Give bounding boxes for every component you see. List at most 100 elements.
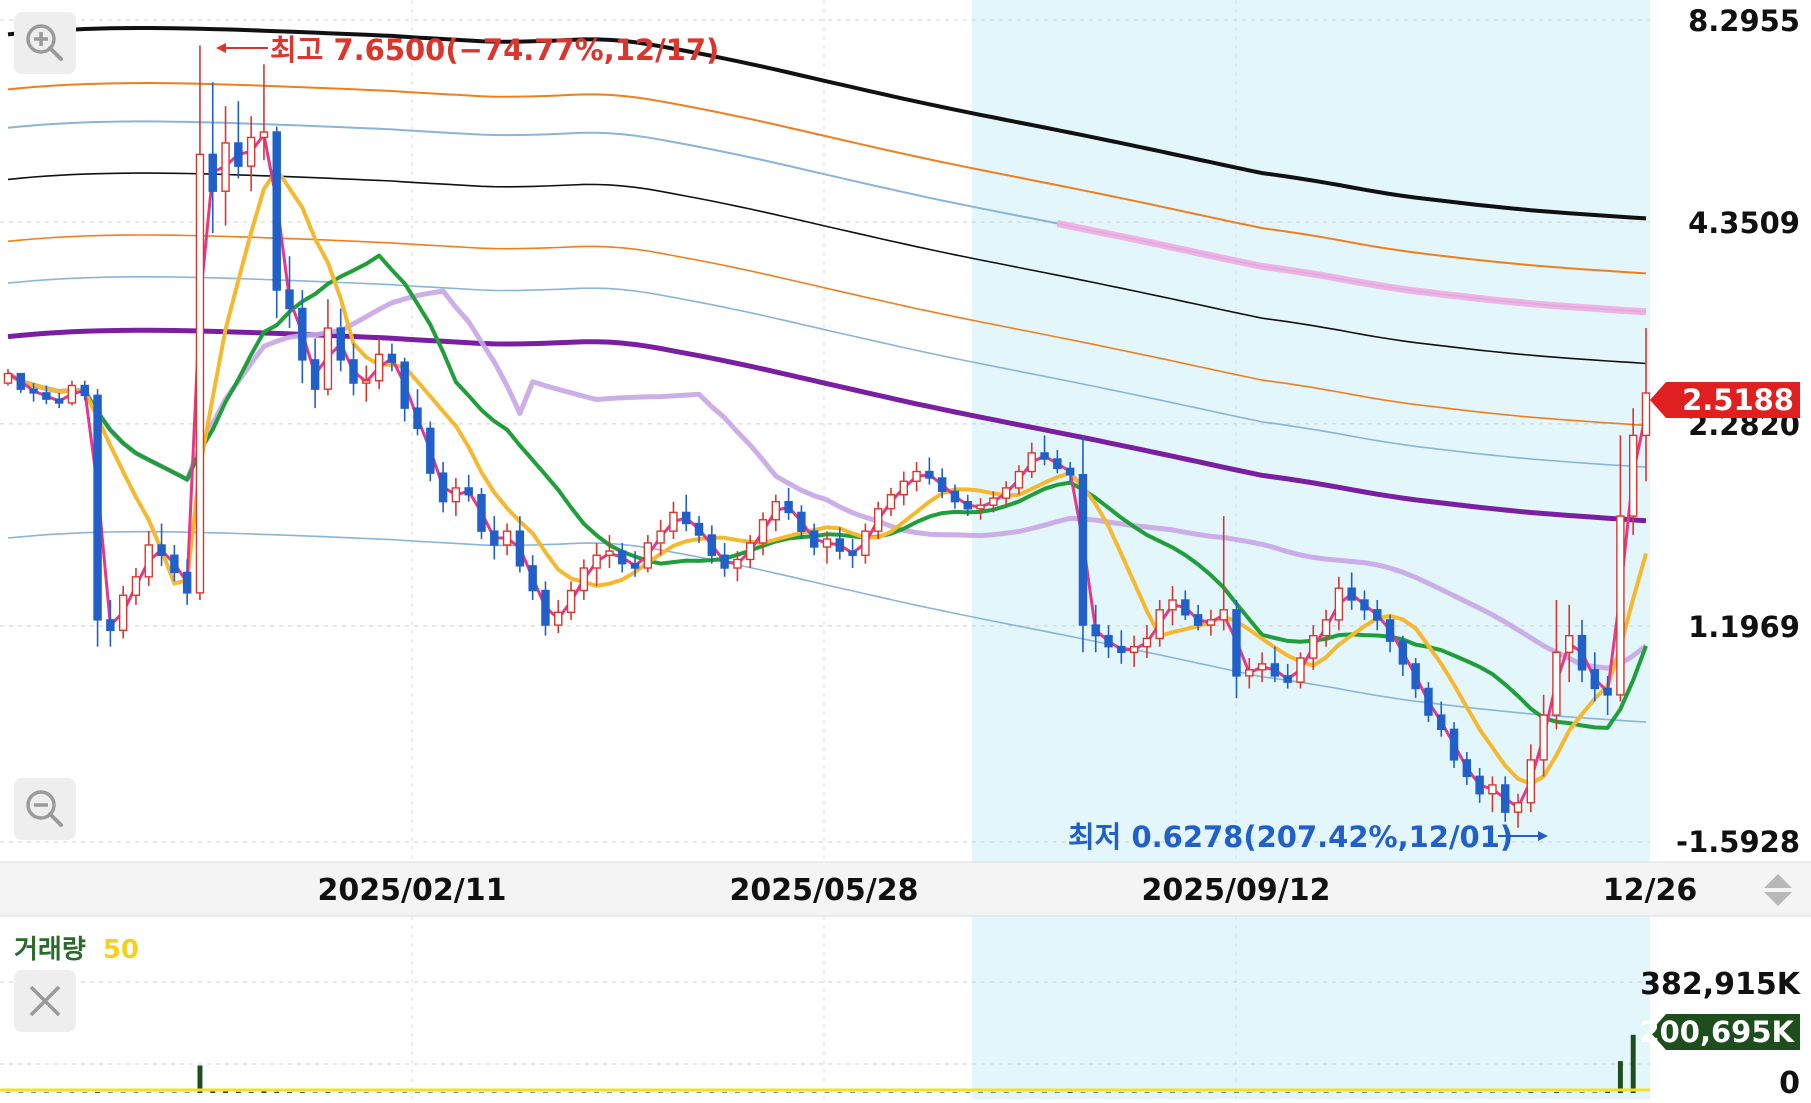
volume-bar-60: [773, 1092, 779, 1093]
price-tick-label-1: 4.3509: [1688, 206, 1800, 240]
volume-bar-126: [1617, 1061, 1623, 1093]
candle-body-96: [1232, 609, 1241, 677]
candle-68: [873, 501, 883, 539]
candle-body-9: [118, 594, 128, 632]
volume-bar-97: [1246, 1092, 1252, 1093]
zoom-out-button[interactable]: [14, 778, 76, 840]
volume-current-tag: 200,695K: [1639, 1014, 1800, 1050]
volume-bar-80: [1029, 1092, 1035, 1093]
candle-body-109: [1398, 640, 1408, 665]
volume-bar-50: [645, 1092, 651, 1093]
volume-bar-69: [888, 1092, 894, 1093]
close-volume-button[interactable]: [14, 970, 76, 1032]
candle-body-26: [336, 327, 345, 361]
candle-56: [720, 542, 729, 577]
volume-bar-45: [581, 1092, 587, 1093]
volume-bar-68: [875, 1092, 881, 1093]
zoom-in-button[interactable]: [14, 12, 76, 74]
candle-24: [310, 338, 320, 409]
volume-bar-2: [31, 1092, 37, 1093]
candle-body-114: [1462, 759, 1472, 778]
volume-bar-116: [1489, 1092, 1495, 1093]
candle-body-123: [1577, 634, 1587, 671]
volume-bar-89: [1144, 1092, 1150, 1093]
candle-28: [362, 365, 371, 402]
volume-bar-5: [69, 1092, 75, 1093]
candle-body-95: [1219, 609, 1228, 621]
candle-body-84: [1078, 474, 1088, 626]
volume-bar-32: [415, 1092, 420, 1093]
candle-45: [579, 559, 589, 601]
volume-bar-56: [722, 1092, 728, 1093]
volume-bar-84: [1080, 1092, 1086, 1093]
volume-bar-98: [1259, 1092, 1265, 1093]
volume-bar-73: [939, 1092, 945, 1093]
low-annotation-text: 최저 0.6278(207.42%,12/01): [1068, 820, 1513, 854]
price-axis: 8.29554.35092.28201.1969-1.5928: [1676, 4, 1800, 859]
candle-body-43: [554, 611, 563, 626]
volume-bar-21: [274, 1091, 280, 1093]
candle-29: [374, 338, 384, 390]
candle-body-75: [963, 500, 972, 510]
candle-48: [618, 542, 627, 573]
candle-9: [118, 585, 128, 639]
candle-61: [784, 487, 793, 520]
volume-bar-12: [159, 1092, 165, 1093]
candle-body-88: [1129, 645, 1139, 654]
volume-bar-96: [1234, 1092, 1239, 1093]
candle-body-117: [1501, 784, 1510, 813]
candle-body-118: [1513, 802, 1523, 813]
volume-bar-8: [107, 1092, 113, 1093]
volume-bar-40: [517, 1092, 523, 1093]
volume-bar-65: [837, 1092, 843, 1093]
candle-body-93: [1193, 614, 1203, 626]
candle-body-82: [1053, 458, 1062, 470]
candle-body-85: [1091, 624, 1100, 637]
volume-bar-20: [261, 1091, 267, 1093]
volume-bar-49: [632, 1092, 638, 1093]
volume-bar-22: [287, 1092, 292, 1093]
candle-50: [643, 535, 653, 573]
candle-33: [426, 421, 435, 482]
candle-65: [835, 527, 845, 560]
volume-bar-47: [606, 1092, 612, 1093]
candle-body-80: [1027, 452, 1036, 473]
candle-body-124: [1590, 669, 1600, 690]
volume-bar-87: [1118, 1092, 1124, 1093]
volume-bar-85: [1093, 1092, 1099, 1093]
candle-body-62: [797, 511, 806, 532]
volume-bar-26: [338, 1092, 344, 1093]
volume-bar-17: [223, 1091, 229, 1093]
candle-18: [234, 101, 243, 179]
candle-47: [605, 535, 614, 569]
candle-39: [502, 523, 512, 556]
candle-body-29: [374, 353, 384, 382]
chart-root: 8.2955 4.3509 2.2820 1.1969 -1.5928 2.5188 2…: [0, 0, 1811, 1101]
candle-body-12: [157, 544, 166, 556]
volume-bar-0: [5, 1092, 11, 1093]
candle-21: [272, 126, 281, 319]
candle-body-56: [720, 554, 729, 569]
candle-body-4: [54, 398, 64, 404]
candle-body-11: [144, 544, 153, 578]
candle-body-18: [234, 142, 243, 167]
volume-bar-48: [619, 1092, 625, 1093]
volume-bar-55: [709, 1092, 715, 1093]
candle-body-70: [899, 480, 909, 496]
volume-bar-122: [1566, 1092, 1572, 1093]
volume-bar-75: [965, 1092, 971, 1093]
candle-body-34: [438, 472, 448, 503]
candle-body-31: [400, 361, 409, 409]
volume-bar-10: [133, 1092, 139, 1093]
candle-body-102: [1309, 634, 1318, 659]
candle-body-127: [1628, 434, 1638, 517]
volume-bar-33: [427, 1092, 433, 1093]
candle-27: [349, 343, 358, 396]
candle-body-111: [1424, 687, 1433, 716]
zoom-out-icon: [26, 790, 63, 827]
candle-body-35: [451, 487, 461, 503]
candle-15: [195, 45, 205, 601]
volume-bar-101: [1298, 1092, 1303, 1093]
price-chart[interactable]: 8.29554.35092.28201.1969-1.5928 2.5188 2…: [0, 0, 1811, 1101]
volume-bar-11: [146, 1092, 152, 1093]
